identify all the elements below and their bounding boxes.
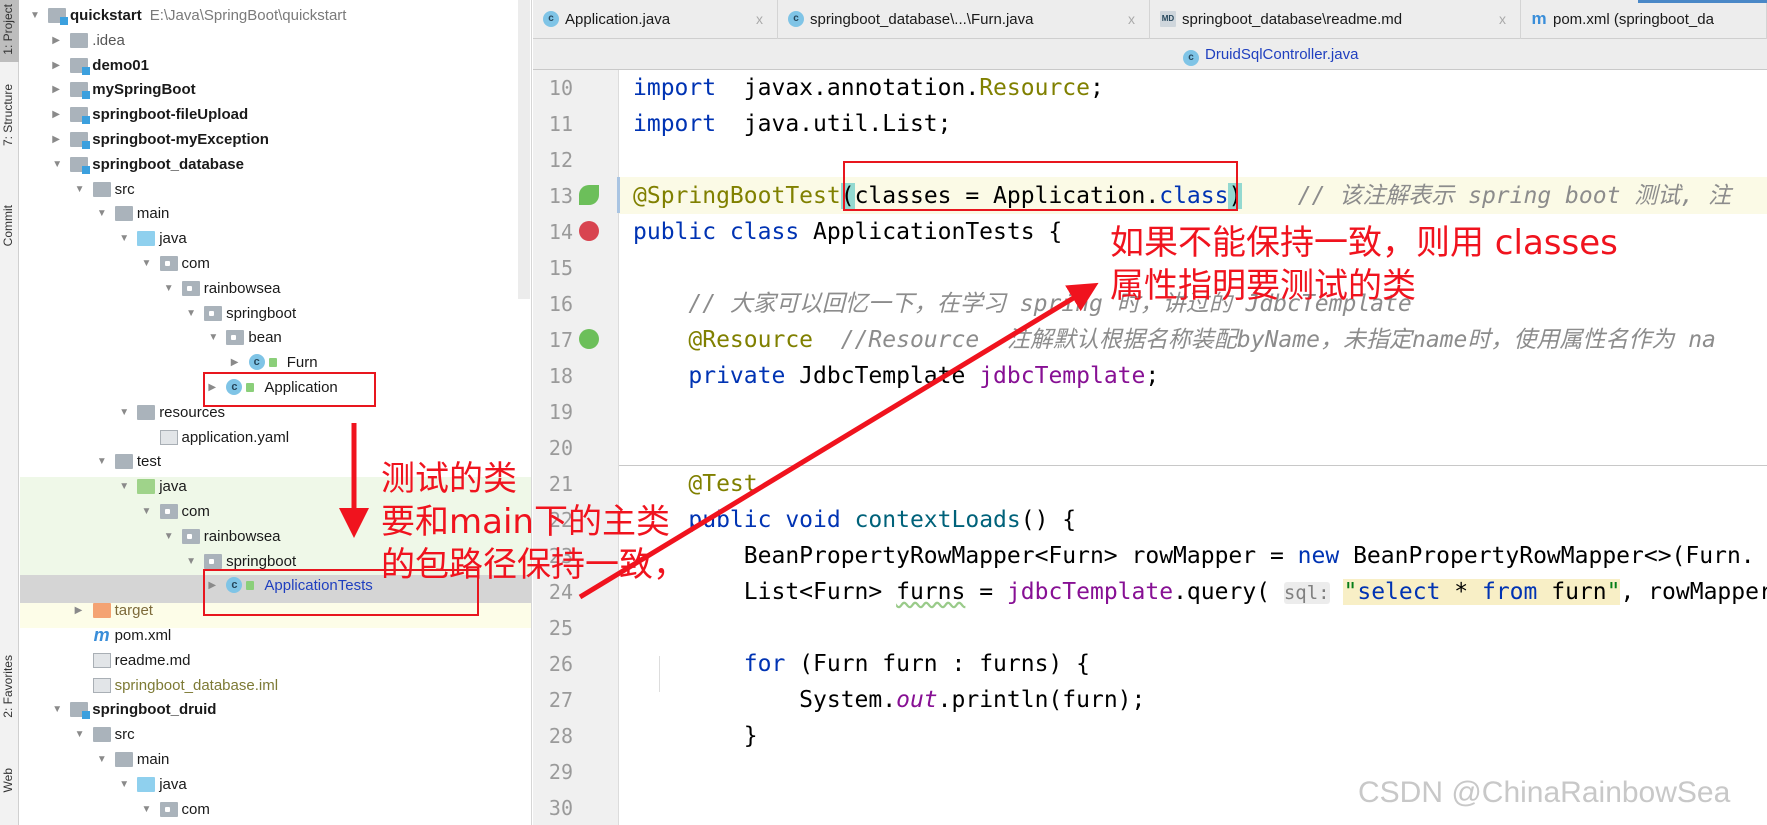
annotation-right: 如果不能保持一致，则用 classes 属性指明要测试的类 <box>1110 222 1618 308</box>
annotation-line: 属性指明要测试的类 <box>1110 266 1416 306</box>
annotation-arrows <box>339 282 1099 600</box>
annotation-left: 测试的类 要和main下的主类 的包路径保持一致， <box>381 458 687 587</box>
annotation-line: 要和main下的主类 <box>381 502 670 542</box>
annotation-line: 如果不能保持一致，则用 classes <box>1110 223 1618 263</box>
watermark: CSDN @ChinaRainbowSea <box>1358 776 1731 809</box>
annotation-line: 的包路径保持一致， <box>381 545 687 585</box>
annotation-line: 测试的类 <box>381 459 517 499</box>
